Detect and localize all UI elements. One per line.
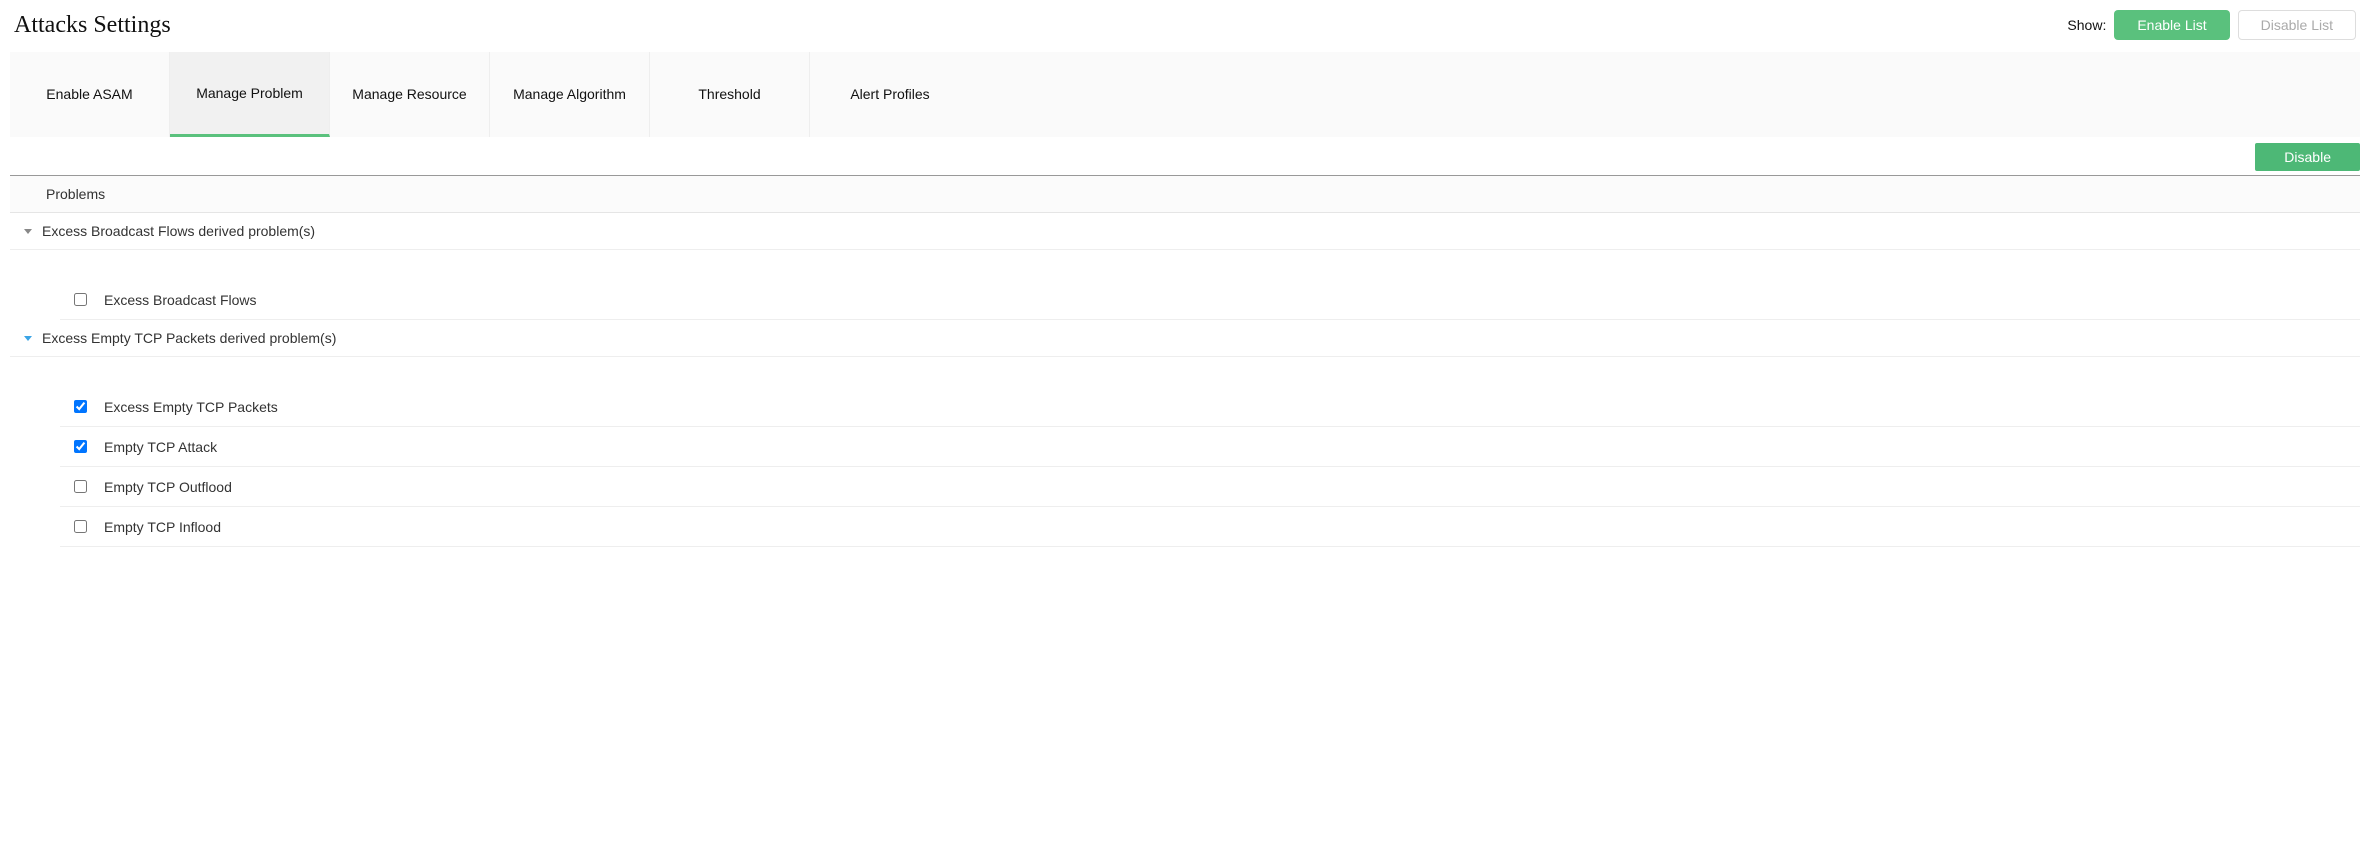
- list-item: Excess Broadcast Flows: [60, 280, 2360, 320]
- tab-manage-resource[interactable]: Manage Resource: [330, 52, 490, 137]
- tab-threshold[interactable]: Threshold: [650, 52, 810, 137]
- tab-manage-algorithm[interactable]: Manage Algorithm: [490, 52, 650, 137]
- show-toggle-group: Show: Enable List Disable List: [2067, 10, 2356, 40]
- item-label: Empty TCP Attack: [104, 439, 217, 455]
- list-item: Excess Empty TCP Packets: [60, 387, 2360, 427]
- item-label: Empty TCP Outflood: [104, 479, 232, 495]
- checkbox-excess-empty-tcp-packets[interactable]: [74, 400, 87, 413]
- group-label: Excess Broadcast Flows derived problem(s…: [42, 223, 315, 239]
- tab-manage-problem[interactable]: Manage Problem: [170, 52, 330, 137]
- checkbox-empty-tcp-attack[interactable]: [74, 440, 87, 453]
- caret-down-icon: [24, 336, 32, 341]
- item-label: Empty TCP Inflood: [104, 519, 221, 535]
- checkbox-empty-tcp-outflood[interactable]: [74, 480, 87, 493]
- page-title: Attacks Settings: [14, 12, 171, 39]
- list-item: Empty TCP Outflood: [60, 467, 2360, 507]
- group-label: Excess Empty TCP Packets derived problem…: [42, 330, 336, 346]
- enable-list-button[interactable]: Enable List: [2114, 10, 2229, 40]
- group-row-broadcast[interactable]: Excess Broadcast Flows derived problem(s…: [10, 213, 2360, 250]
- checkbox-empty-tcp-inflood[interactable]: [74, 520, 87, 533]
- group-items-empty-tcp: Excess Empty TCP Packets Empty TCP Attac…: [10, 357, 2360, 547]
- group-row-empty-tcp[interactable]: Excess Empty TCP Packets derived problem…: [10, 320, 2360, 357]
- tab-bar: Enable ASAM Manage Problem Manage Resour…: [10, 52, 2360, 137]
- group-items-broadcast: Excess Broadcast Flows: [10, 250, 2360, 320]
- tab-enable-asam[interactable]: Enable ASAM: [10, 52, 170, 137]
- list-item: Empty TCP Attack: [60, 427, 2360, 467]
- checkbox-excess-broadcast-flows[interactable]: [74, 293, 87, 306]
- caret-down-icon: [24, 229, 32, 234]
- disable-list-button[interactable]: Disable List: [2238, 10, 2356, 40]
- disable-button[interactable]: Disable: [2255, 143, 2360, 171]
- show-label: Show:: [2067, 17, 2106, 33]
- table-header-problems: Problems: [10, 176, 2360, 213]
- item-label: Excess Broadcast Flows: [104, 292, 257, 308]
- problems-table: Problems Excess Broadcast Flows derived …: [10, 175, 2360, 547]
- tab-alert-profiles[interactable]: Alert Profiles: [810, 52, 970, 137]
- item-label: Excess Empty TCP Packets: [104, 399, 278, 415]
- list-item: Empty TCP Inflood: [60, 507, 2360, 547]
